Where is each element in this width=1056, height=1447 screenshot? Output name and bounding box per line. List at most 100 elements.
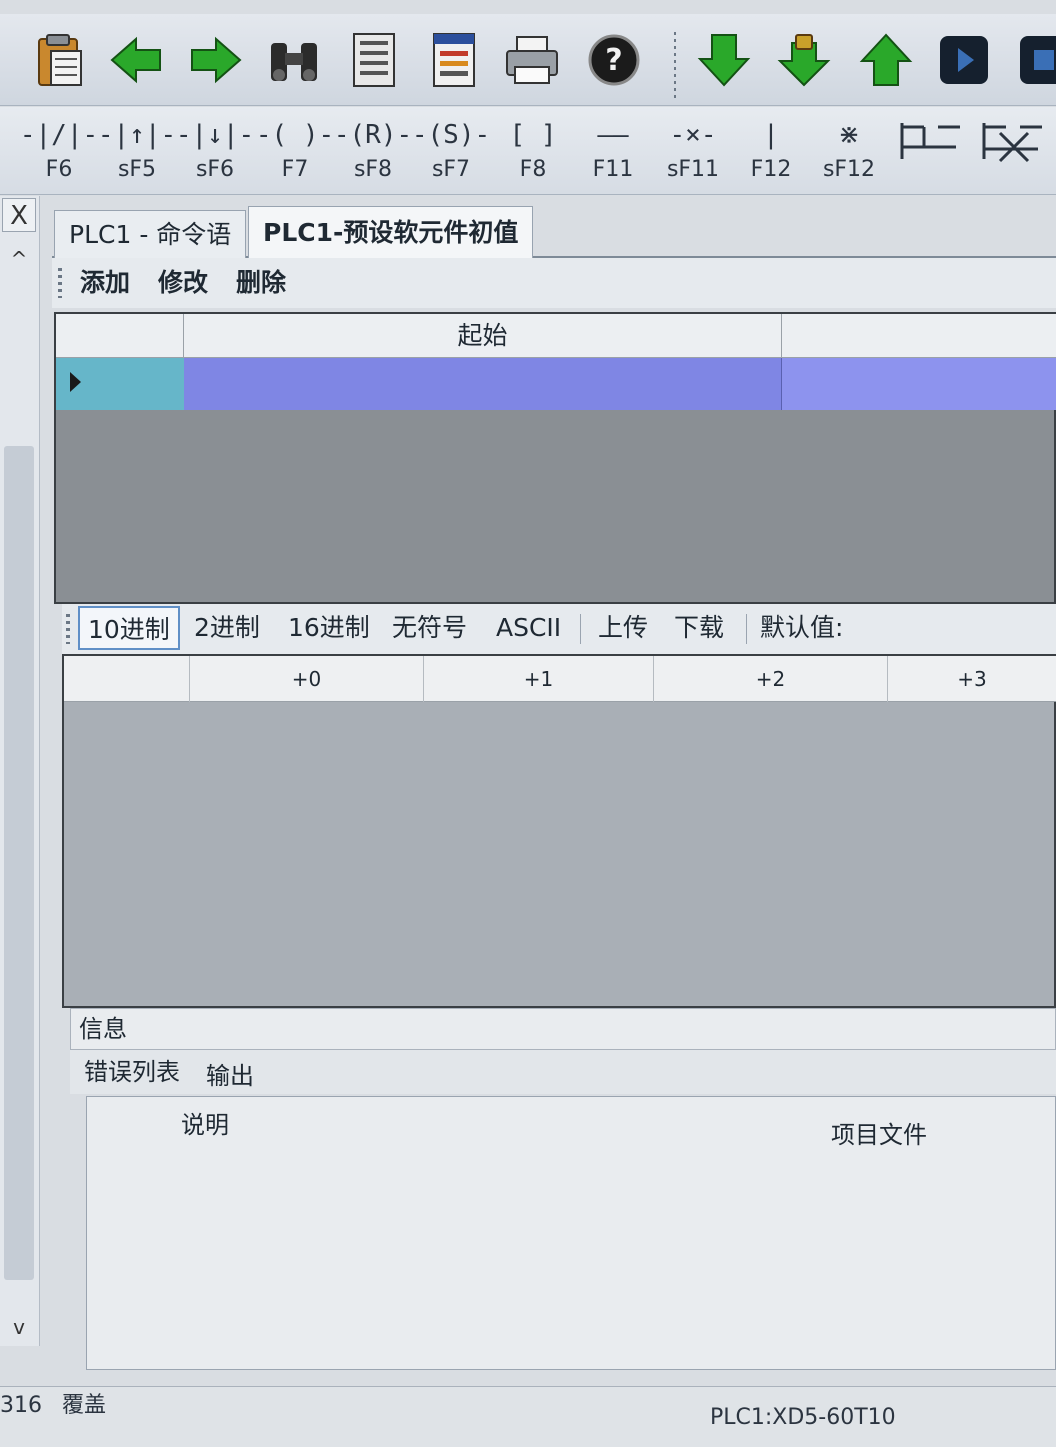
main-toolbar: ?: [0, 14, 1056, 106]
key-label: F7: [281, 157, 309, 182]
vertical-line-icon: |: [763, 120, 779, 150]
left-dock-panel: X ^ v: [0, 196, 40, 1346]
row-header[interactable]: [56, 358, 184, 410]
key-label: sF6: [195, 157, 235, 182]
stop-icon[interactable]: [1014, 28, 1056, 92]
delete-branch-icon: [982, 123, 1042, 163]
left-scrollbar[interactable]: [4, 446, 34, 1280]
download-locked-icon[interactable]: [774, 28, 834, 92]
binoculars-icon[interactable]: [264, 28, 324, 92]
grid-corner: [56, 314, 184, 358]
decimal-button[interactable]: 10进制: [78, 606, 180, 650]
key-label: sF11: [666, 157, 720, 182]
horizontal-line-button[interactable]: —— F11: [576, 113, 650, 193]
default-value-label: 默认值:: [760, 613, 844, 642]
run-icon[interactable]: [934, 28, 994, 92]
upload-icon[interactable]: [856, 28, 916, 92]
table-row[interactable]: [56, 358, 1056, 410]
document-icon[interactable]: [344, 28, 404, 92]
help-icon[interactable]: ?: [584, 28, 644, 92]
column-header-start[interactable]: 起始: [184, 314, 782, 358]
info-panel-tabs: 错误列表 输出: [70, 1050, 1056, 1094]
error-list: 说明 项目文件: [86, 1096, 1056, 1370]
scroll-up-icon[interactable]: ^: [8, 248, 30, 270]
nc-contact-button[interactable]: -|/|- F6: [19, 113, 99, 193]
binary-button[interactable]: 2进制: [186, 606, 268, 650]
column-header-offset[interactable]: +3: [888, 656, 1056, 702]
delete-vertical-line-button[interactable]: ⋇ sF12: [812, 113, 886, 193]
instruction-box-icon: [ ]: [509, 120, 557, 150]
falling-edge-contact-button[interactable]: -|↓|- sF6: [175, 113, 255, 193]
document-tabs: PLC1 - 命令语 PLC1-预设软元件初值: [52, 204, 1056, 258]
scroll-down-icon[interactable]: v: [8, 1316, 30, 1338]
reset-coil-button[interactable]: -(R)- sF8: [333, 113, 413, 193]
set-coil-button[interactable]: -(S)- sF7: [411, 113, 491, 193]
key-label: F11: [592, 157, 634, 182]
key-label: sF5: [117, 157, 157, 182]
value-grid: +0 +1 +2 +3: [62, 654, 1056, 1008]
delete-button[interactable]: 删除: [236, 264, 286, 302]
key-label: sF7: [431, 157, 471, 182]
start-cell[interactable]: [184, 358, 782, 410]
grid-header: 起始: [56, 314, 1056, 358]
grid-corner: [64, 656, 190, 702]
output-coil-button[interactable]: -( )- F7: [255, 113, 335, 193]
nc-contact-icon: -|/|-: [19, 120, 99, 150]
column-header-offset[interactable]: +0: [190, 656, 424, 702]
toolbar-separator: [746, 614, 747, 644]
status-bar: 316 覆盖 PLC1:XD5-60T10: [0, 1386, 1056, 1447]
rising-edge-contact-icon: -|↑|-: [97, 120, 177, 150]
unsigned-button[interactable]: 无符号: [384, 606, 475, 650]
ascii-button[interactable]: ASCII: [488, 606, 569, 650]
column-header-project-file[interactable]: 项目文件: [831, 1115, 927, 1155]
arrow-right-icon[interactable]: [186, 28, 246, 92]
key-label: F8: [519, 157, 547, 182]
delete-horizontal-line-icon: -×-: [669, 120, 717, 150]
vertical-line-button[interactable]: | F12: [734, 113, 808, 193]
tab-output[interactable]: 输出: [206, 1056, 254, 1096]
parallel-branch-icon: [900, 123, 960, 159]
toolbar-grip: [66, 614, 70, 644]
download-icon[interactable]: [694, 28, 754, 92]
column-header-offset[interactable]: +2: [654, 656, 888, 702]
tab-command-words[interactable]: PLC1 - 命令语: [54, 210, 247, 258]
delete-vertical-line-icon: ⋇: [838, 120, 860, 150]
instruction-box-button[interactable]: [ ] F8: [496, 113, 570, 193]
radix-toolbar: 10进制 2进制 16进制 无符号 ASCII 上传 下载 默认值:: [62, 604, 1056, 654]
document-list-icon[interactable]: [424, 28, 484, 92]
upload-button[interactable]: 上传: [590, 606, 656, 650]
set-coil-icon: -(S)-: [411, 120, 491, 150]
arrow-left-icon[interactable]: [106, 28, 166, 92]
key-label: sF12: [822, 157, 876, 182]
start-address-grid: 起始: [54, 312, 1056, 604]
download-button[interactable]: 下载: [666, 606, 732, 650]
column-header-description[interactable]: 说明: [181, 1105, 229, 1145]
hex-button[interactable]: 16进制: [280, 606, 378, 650]
ladder-toolbar: -|/|- F6 -|↑|- sF5 -|↓|- sF6 -( )- F7 -(…: [0, 107, 1056, 195]
status-position: 316: [0, 1393, 42, 1418]
end-cell[interactable]: [782, 358, 1056, 410]
key-label: sF8: [353, 157, 393, 182]
add-button[interactable]: 添加: [80, 264, 130, 302]
tab-preset-device-initial-values[interactable]: PLC1-预设软元件初值: [248, 206, 534, 258]
modify-button[interactable]: 修改: [158, 264, 208, 302]
reset-coil-icon: -(R)-: [333, 120, 413, 150]
status-device: PLC1:XD5-60T10: [710, 1405, 896, 1430]
column-header-offset[interactable]: +1: [424, 656, 654, 702]
output-coil-icon: -( )-: [255, 120, 335, 150]
info-panel-title: 信息: [70, 1008, 1056, 1050]
key-label: F12: [750, 157, 792, 182]
grid-header: +0 +1 +2 +3: [64, 656, 1056, 702]
close-icon[interactable]: X: [2, 198, 36, 232]
toolbar-separator: [674, 32, 676, 102]
falling-edge-contact-icon: -|↓|-: [175, 120, 255, 150]
delete-branch-button[interactable]: [974, 113, 1048, 193]
current-row-arrow-icon: [70, 372, 81, 392]
rising-edge-contact-button[interactable]: -|↑|- sF5: [97, 113, 177, 193]
clipboard-icon[interactable]: [30, 28, 90, 92]
tab-error-list[interactable]: 错误列表: [84, 1052, 180, 1092]
edit-action-bar: 添加 修改 删除: [52, 258, 1056, 308]
delete-horizontal-line-button[interactable]: -×- sF11: [656, 113, 730, 193]
parallel-branch-button[interactable]: [892, 113, 966, 193]
printer-icon[interactable]: [502, 28, 562, 92]
